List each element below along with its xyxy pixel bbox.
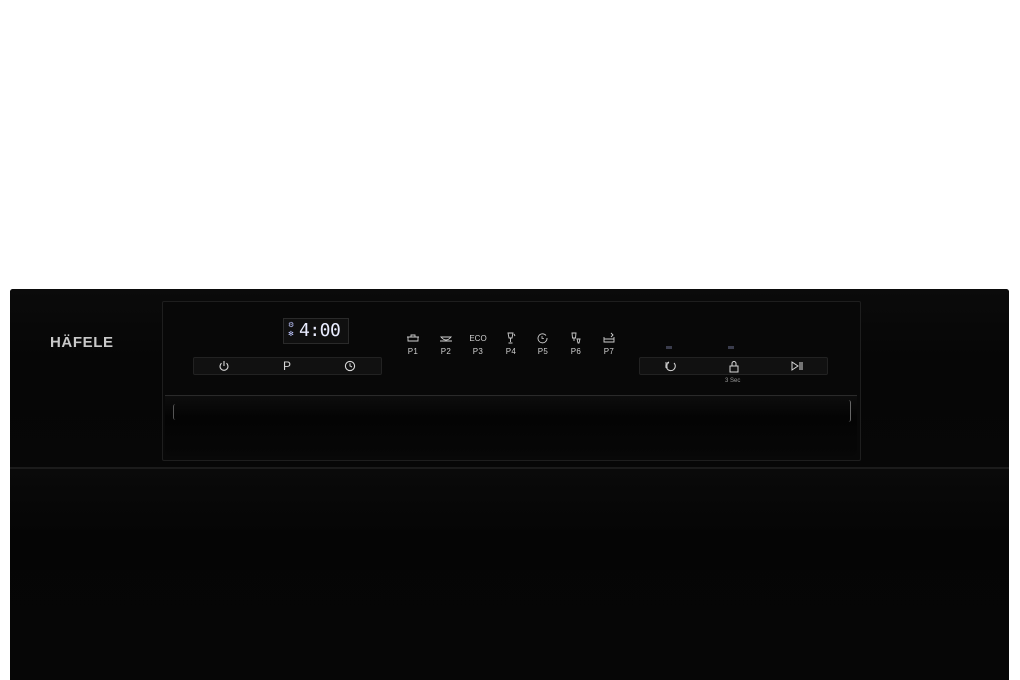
program-p2[interactable]: P2 bbox=[434, 332, 458, 356]
display-status-icons: ⚙ ✻ bbox=[288, 322, 295, 338]
quick-wash-icon bbox=[537, 333, 548, 344]
program-p4[interactable]: P4 bbox=[499, 332, 523, 356]
dishwasher-door bbox=[10, 469, 1009, 680]
bowl-icon bbox=[440, 336, 452, 342]
dishwasher-front: HÄFELE ⚙ ✻ 4:00 P P1 P2 ECO P3 P4 P5 P6 … bbox=[10, 289, 1009, 680]
display-time: 4:00 bbox=[299, 320, 341, 341]
control-strip: HÄFELE ⚙ ✻ 4:00 P P1 P2 ECO P3 P4 P5 P6 … bbox=[10, 289, 1009, 467]
play-pause-icon bbox=[791, 361, 803, 371]
left-button-group: P bbox=[193, 357, 382, 375]
glass-rinse-icon bbox=[571, 332, 581, 344]
indicator-led-lock bbox=[728, 346, 734, 349]
lock-hint: 3 Sec bbox=[725, 378, 741, 384]
start-pause-button[interactable] bbox=[782, 358, 812, 374]
right-button-group bbox=[639, 357, 828, 375]
power-icon bbox=[219, 361, 229, 371]
pot-icon bbox=[407, 334, 419, 342]
program-p1[interactable]: P1 bbox=[401, 332, 425, 356]
lock-icon bbox=[729, 360, 739, 372]
power-button[interactable] bbox=[209, 358, 239, 374]
handle-edge-left bbox=[173, 404, 178, 420]
program-p-icon: P bbox=[282, 359, 291, 373]
program-p6[interactable]: P6 bbox=[564, 332, 588, 356]
handle-edge-right bbox=[846, 400, 851, 422]
program-button[interactable]: P bbox=[272, 358, 302, 374]
indicator-led-extra bbox=[666, 346, 672, 349]
program-selector: P1 P2 ECO P3 P4 P5 P6 P7 bbox=[401, 332, 621, 364]
control-panel: ⚙ ✻ 4:00 P P1 P2 ECO P3 P4 P5 P6 P7 3 Se… bbox=[162, 301, 861, 461]
program-p7[interactable]: P7 bbox=[597, 332, 621, 356]
program-p3[interactable]: ECO P3 bbox=[466, 332, 490, 357]
tub-icon bbox=[603, 332, 615, 343]
brand-logo: HÄFELE bbox=[50, 334, 114, 351]
door-handle[interactable] bbox=[165, 395, 857, 456]
lcd-display: ⚙ ✻ 4:00 bbox=[283, 318, 349, 344]
eco-text: ECO bbox=[469, 333, 487, 343]
clock-icon bbox=[344, 360, 356, 372]
delay-timer-button[interactable] bbox=[335, 358, 365, 374]
extra-function-button[interactable] bbox=[656, 358, 686, 374]
program-p5[interactable]: P5 bbox=[531, 332, 555, 356]
extra-function-icon bbox=[665, 361, 676, 372]
glass-icon bbox=[507, 332, 516, 344]
child-lock-button[interactable] bbox=[719, 358, 749, 374]
